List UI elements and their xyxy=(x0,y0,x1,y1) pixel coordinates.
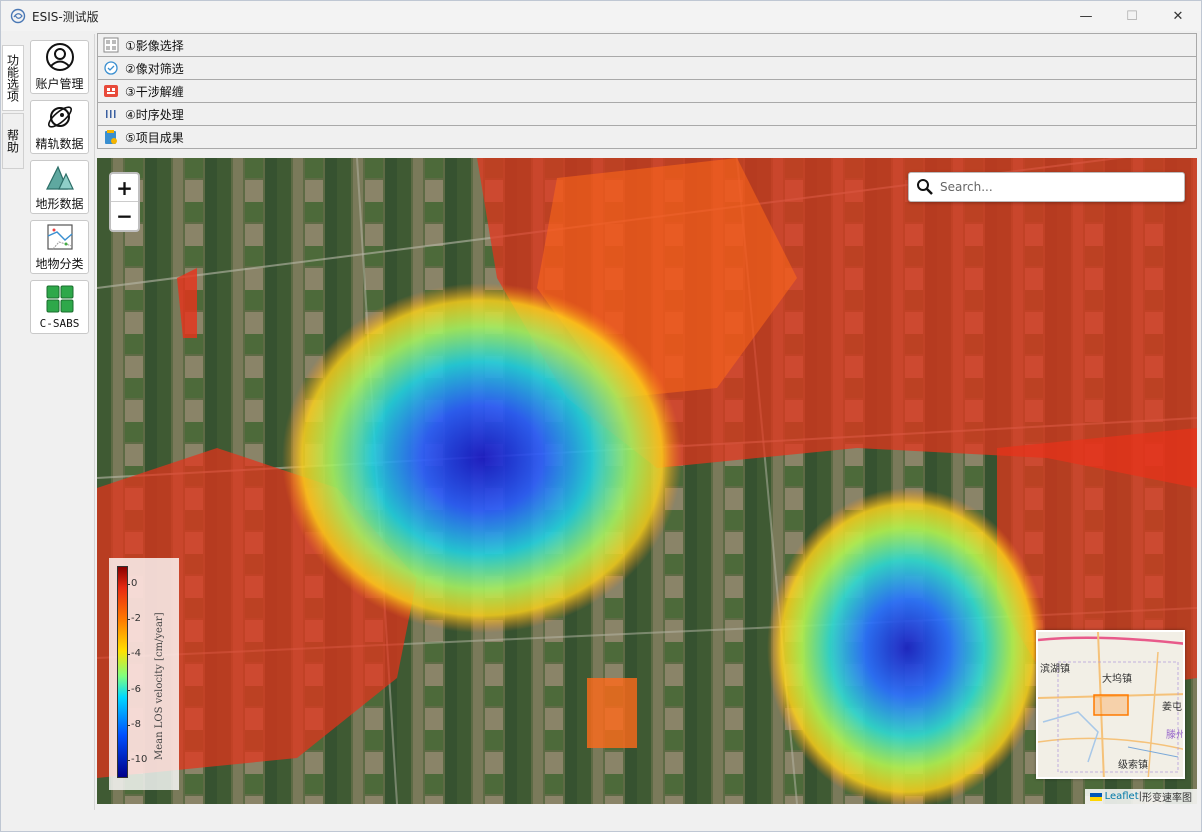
orbit-data-button[interactable]: 精轨数据 xyxy=(30,100,89,154)
grid-icon xyxy=(46,285,73,313)
colorbar-tick: -6 xyxy=(127,683,141,695)
colorbar-tick: -10 xyxy=(126,754,148,766)
zoom-in-button[interactable]: + xyxy=(111,174,138,202)
workflow-step-label: ②像对筛选 xyxy=(125,61,184,76)
ukraine-flag-icon xyxy=(1089,792,1102,801)
tool-label: 地形数据 xyxy=(35,197,84,211)
tool-label: 精轨数据 xyxy=(35,137,84,151)
title-bar: ESIS-测试版 — ☐ ✕ xyxy=(1,1,1201,31)
terrain-data-button[interactable]: 地形数据 xyxy=(30,160,89,214)
leaflet-link[interactable]: Leaflet xyxy=(1105,791,1139,802)
maximize-button[interactable]: ☐ xyxy=(1109,1,1155,31)
classification-icon xyxy=(46,224,73,250)
workflow-step-pair-filter[interactable]: ②像对筛选 xyxy=(97,56,1197,80)
account-management-button[interactable]: 账户管理 xyxy=(30,40,89,94)
search-input[interactable] xyxy=(940,180,1175,194)
side-tabs: 功能选项 帮助 xyxy=(2,45,24,169)
colorbar-gradient xyxy=(117,566,128,778)
workflow-step-label: ①影像选择 xyxy=(125,38,184,53)
workflow-step-label: ④时序处理 xyxy=(125,107,184,122)
workflow-step-results[interactable]: ⑤项目成果 xyxy=(97,125,1197,149)
app-logo-icon xyxy=(10,8,26,24)
colorbar-label: Mean LOS velocity [cm/year] xyxy=(154,612,165,760)
tool-label: 账户管理 xyxy=(35,77,84,91)
results-icon xyxy=(105,130,117,144)
colorbar-legend: 0 -2 -4 -6 -8 -10 Mean LOS velocity [cm/year] xyxy=(109,558,179,790)
tab-functions[interactable]: 功能选项 xyxy=(2,45,24,111)
user-icon xyxy=(45,43,74,71)
land-classification-button[interactable]: 地物分类 xyxy=(30,220,89,274)
interferogram-icon xyxy=(104,85,118,97)
colorbar-tick: 0 xyxy=(126,577,138,589)
tool-label: 地物分类 xyxy=(35,257,84,271)
attribution-source: 形变速率图 xyxy=(1142,793,1192,804)
deformation-map[interactable]: + − 0 -2 -4 -6 -8 -10 Mean LOS velocity [cm/y… xyxy=(97,158,1197,804)
timeseries-icon xyxy=(106,110,116,118)
satellite-basemap xyxy=(97,158,1197,804)
terrain-icon xyxy=(45,165,74,190)
satellite-icon xyxy=(47,106,72,128)
tool-panel: 账户管理 精轨数据 地形数据 地物分类 C-SABS xyxy=(30,40,89,340)
app-window: ESIS-测试版 — ☐ ✕ 功能选项 帮助 账户管理 精轨数据 地形数据 地物… xyxy=(0,0,1202,832)
minimap-label: 姜屯 xyxy=(1162,702,1182,713)
workflow-step-timeseries[interactable]: ④时序处理 xyxy=(97,102,1197,126)
colorbar-tick: -4 xyxy=(127,648,141,660)
zoom-out-button[interactable]: − xyxy=(111,202,138,230)
image-select-icon xyxy=(103,37,119,53)
minimize-button[interactable]: — xyxy=(1063,1,1109,31)
window-controls: — ☐ ✕ xyxy=(1063,1,1201,31)
tab-help[interactable]: 帮助 xyxy=(2,113,24,169)
workflow-step-label: ③干涉解缠 xyxy=(125,84,184,99)
pair-filter-icon xyxy=(104,61,118,75)
map-search xyxy=(908,172,1185,202)
panel-divider xyxy=(94,34,95,810)
close-button[interactable]: ✕ xyxy=(1155,1,1201,31)
workflow-step-image-select[interactable]: ①影像选择 xyxy=(97,33,1197,57)
window-title: ESIS-测试版 xyxy=(32,9,99,24)
minimap-label: 级索镇 xyxy=(1118,760,1148,771)
minimap-label: 滨湖镇 xyxy=(1040,664,1070,675)
zoom-control: + − xyxy=(109,172,140,232)
workflow-step-label: ⑤项目成果 xyxy=(125,130,184,145)
workflow-step-interferogram[interactable]: ③干涉解缠 xyxy=(97,79,1197,103)
map-attribution: Leaflet | 形变速率图 xyxy=(1084,789,1197,804)
workflow-accordion: ①影像选择 ②像对筛选 ③干涉解缠 ④时序处理 ⑤项目成果 xyxy=(97,33,1197,149)
colorbar-tick: -8 xyxy=(127,719,141,730)
search-icon xyxy=(917,179,933,195)
tool-label: C-SABS xyxy=(39,317,80,330)
status-bar xyxy=(1,811,1201,831)
minimap-label: 大坞镇 xyxy=(1102,674,1132,685)
minimap-label: 滕州 xyxy=(1166,730,1185,741)
colorbar-tick: -2 xyxy=(127,613,141,624)
overview-minimap[interactable]: 滨湖镇 大坞镇 姜屯 滕州 级索镇 xyxy=(1036,630,1185,779)
c-sabs-button[interactable]: C-SABS xyxy=(30,280,89,334)
